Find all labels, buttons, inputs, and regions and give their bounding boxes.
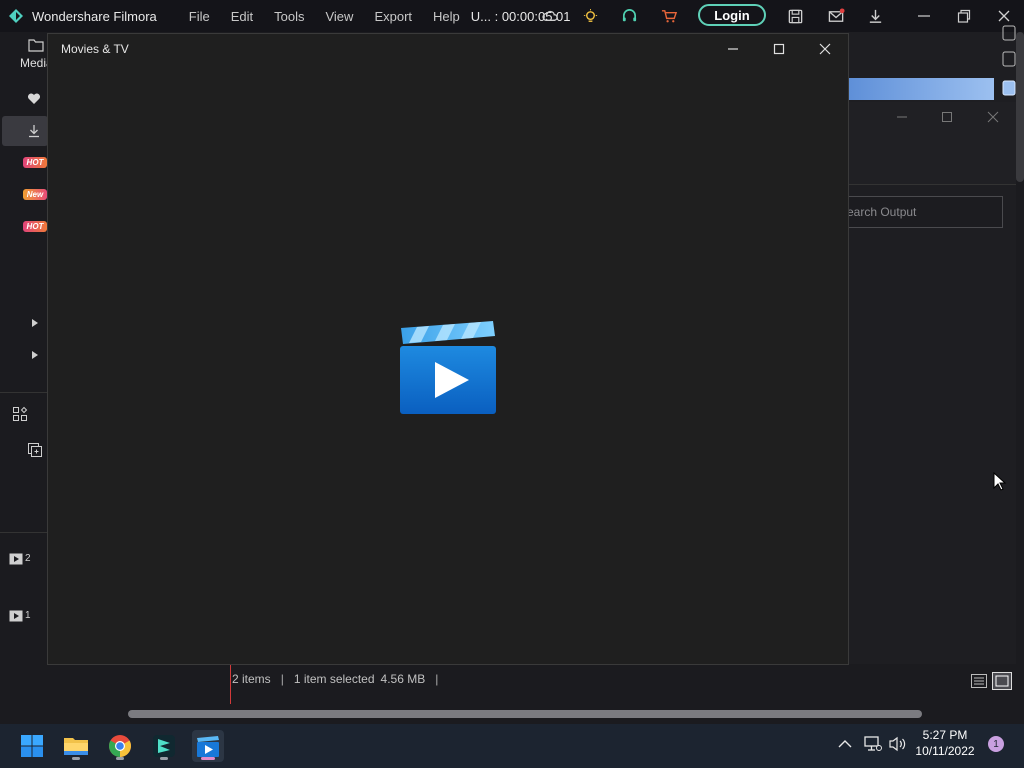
- vertical-scroll-thumb[interactable]: [1016, 32, 1024, 182]
- window-title: Movies & TV: [61, 42, 129, 56]
- panel-toggle-icon-3[interactable]: [1002, 80, 1016, 96]
- elements-grid-icon[interactable]: [12, 406, 28, 422]
- running-indicator: [72, 757, 80, 760]
- thumbnail-view-icon[interactable]: [992, 672, 1012, 690]
- menu-edit[interactable]: Edit: [231, 9, 253, 24]
- filmora-logo-icon: [9, 9, 23, 23]
- notification-badge[interactable]: 1: [988, 736, 1004, 752]
- restore-icon[interactable]: [956, 8, 972, 24]
- divider: [0, 392, 48, 393]
- download-tab-icon: [29, 125, 39, 138]
- running-indicator-2: [116, 757, 124, 760]
- movies-tv-icon: [197, 736, 219, 757]
- hot-badge: HOT: [23, 157, 47, 168]
- menu-export[interactable]: Export: [374, 9, 412, 24]
- expand-arrow-icon[interactable]: [31, 318, 39, 328]
- minimize-icon[interactable]: [916, 8, 932, 24]
- video-track-icon: [9, 553, 23, 565]
- running-indicator-3: [160, 757, 168, 760]
- status-separator-2: |: [435, 672, 439, 686]
- vertical-scrollbar[interactable]: [1016, 32, 1024, 692]
- add-track-icon[interactable]: [27, 442, 43, 458]
- expand-arrow-icon-2[interactable]: [31, 350, 39, 360]
- active-indicator: [201, 757, 215, 760]
- track-number: 2: [25, 553, 31, 564]
- status-bar: 2 items | 1 item selected 4.56 MB |: [232, 672, 448, 686]
- movies-tv-splash-icon: [400, 321, 496, 414]
- app-title: Wondershare Filmora: [32, 8, 157, 24]
- hot-badge-2: HOT: [23, 221, 47, 232]
- chevron-up-icon[interactable]: [838, 739, 852, 749]
- chrome-icon: [109, 735, 131, 757]
- system-clock[interactable]: 5:27 PM 10/11/2022: [910, 727, 980, 759]
- taskbar-chrome[interactable]: [104, 730, 136, 762]
- file-explorer-icon: [64, 738, 88, 755]
- headset-icon[interactable]: [621, 8, 638, 25]
- mail-icon[interactable]: [828, 8, 845, 25]
- login-button[interactable]: Login: [698, 4, 766, 26]
- clock-time: 5:27 PM: [922, 728, 968, 742]
- status-separator: |: [280, 672, 284, 686]
- taskbar-movies-tv[interactable]: [192, 730, 224, 762]
- taskbar: [0, 724, 1024, 768]
- movies-close-icon[interactable]: [818, 42, 832, 56]
- status-item-count: 2 items: [232, 672, 271, 686]
- bg-minimize-icon[interactable]: [896, 111, 908, 123]
- status-selected: 1 item selected: [293, 672, 375, 686]
- start-button[interactable]: [16, 730, 48, 762]
- downloads-tab[interactable]: [2, 116, 48, 146]
- start-icon: [21, 735, 43, 757]
- movies-minimize-icon[interactable]: [726, 42, 740, 56]
- cart-icon[interactable]: [661, 8, 678, 25]
- heart-icon[interactable]: [27, 93, 41, 105]
- background-window: [848, 102, 1016, 185]
- horizontal-scroll-thumb[interactable]: [128, 710, 922, 718]
- search-output-field[interactable]: earch Output: [840, 196, 1003, 228]
- cloud-icon[interactable]: [541, 8, 558, 25]
- save-icon[interactable]: [787, 8, 804, 25]
- list-view-icon[interactable]: [971, 674, 987, 688]
- folder-icon[interactable]: [28, 38, 44, 52]
- panel-toggle-icon[interactable]: [1002, 25, 1016, 41]
- menu-help[interactable]: Help: [433, 9, 460, 24]
- panel-toggle-icon-2[interactable]: [1002, 51, 1016, 67]
- movies-tv-window: Movies & TV: [47, 33, 849, 665]
- network-icon[interactable]: [864, 736, 882, 752]
- status-size: 4.56 MB: [380, 672, 426, 686]
- selected-media-highlight: [848, 78, 994, 100]
- clock-date: 10/11/2022: [915, 744, 975, 758]
- menu-file[interactable]: File: [189, 9, 210, 24]
- movies-maximize-icon[interactable]: [772, 42, 786, 56]
- divider-2: [0, 532, 48, 533]
- menu-bar: File Edit Tools View Export Help: [189, 9, 481, 24]
- taskbar-file-explorer[interactable]: [60, 730, 92, 762]
- filmora-icon: [153, 735, 175, 757]
- horizontal-scrollbar[interactable]: [0, 704, 1024, 724]
- filmora-left-rail: Media HOT New HOT 2 1 1: [0, 32, 85, 692]
- menu-tools[interactable]: Tools: [274, 9, 304, 24]
- timeline-strip: [0, 664, 1024, 692]
- bg-maximize-icon[interactable]: [941, 111, 953, 123]
- track-number-2: 1: [25, 610, 31, 621]
- bg-close-icon[interactable]: [987, 111, 999, 123]
- taskbar-filmora[interactable]: [148, 730, 180, 762]
- video-track-icon-2: [9, 610, 23, 622]
- menu-view[interactable]: View: [325, 9, 353, 24]
- close-icon[interactable]: [996, 8, 1012, 24]
- volume-icon[interactable]: [889, 736, 907, 752]
- lightbulb-icon[interactable]: [582, 8, 599, 25]
- new-badge: New: [23, 189, 47, 200]
- download-icon[interactable]: [867, 8, 884, 25]
- mouse-cursor-icon: [993, 472, 1007, 491]
